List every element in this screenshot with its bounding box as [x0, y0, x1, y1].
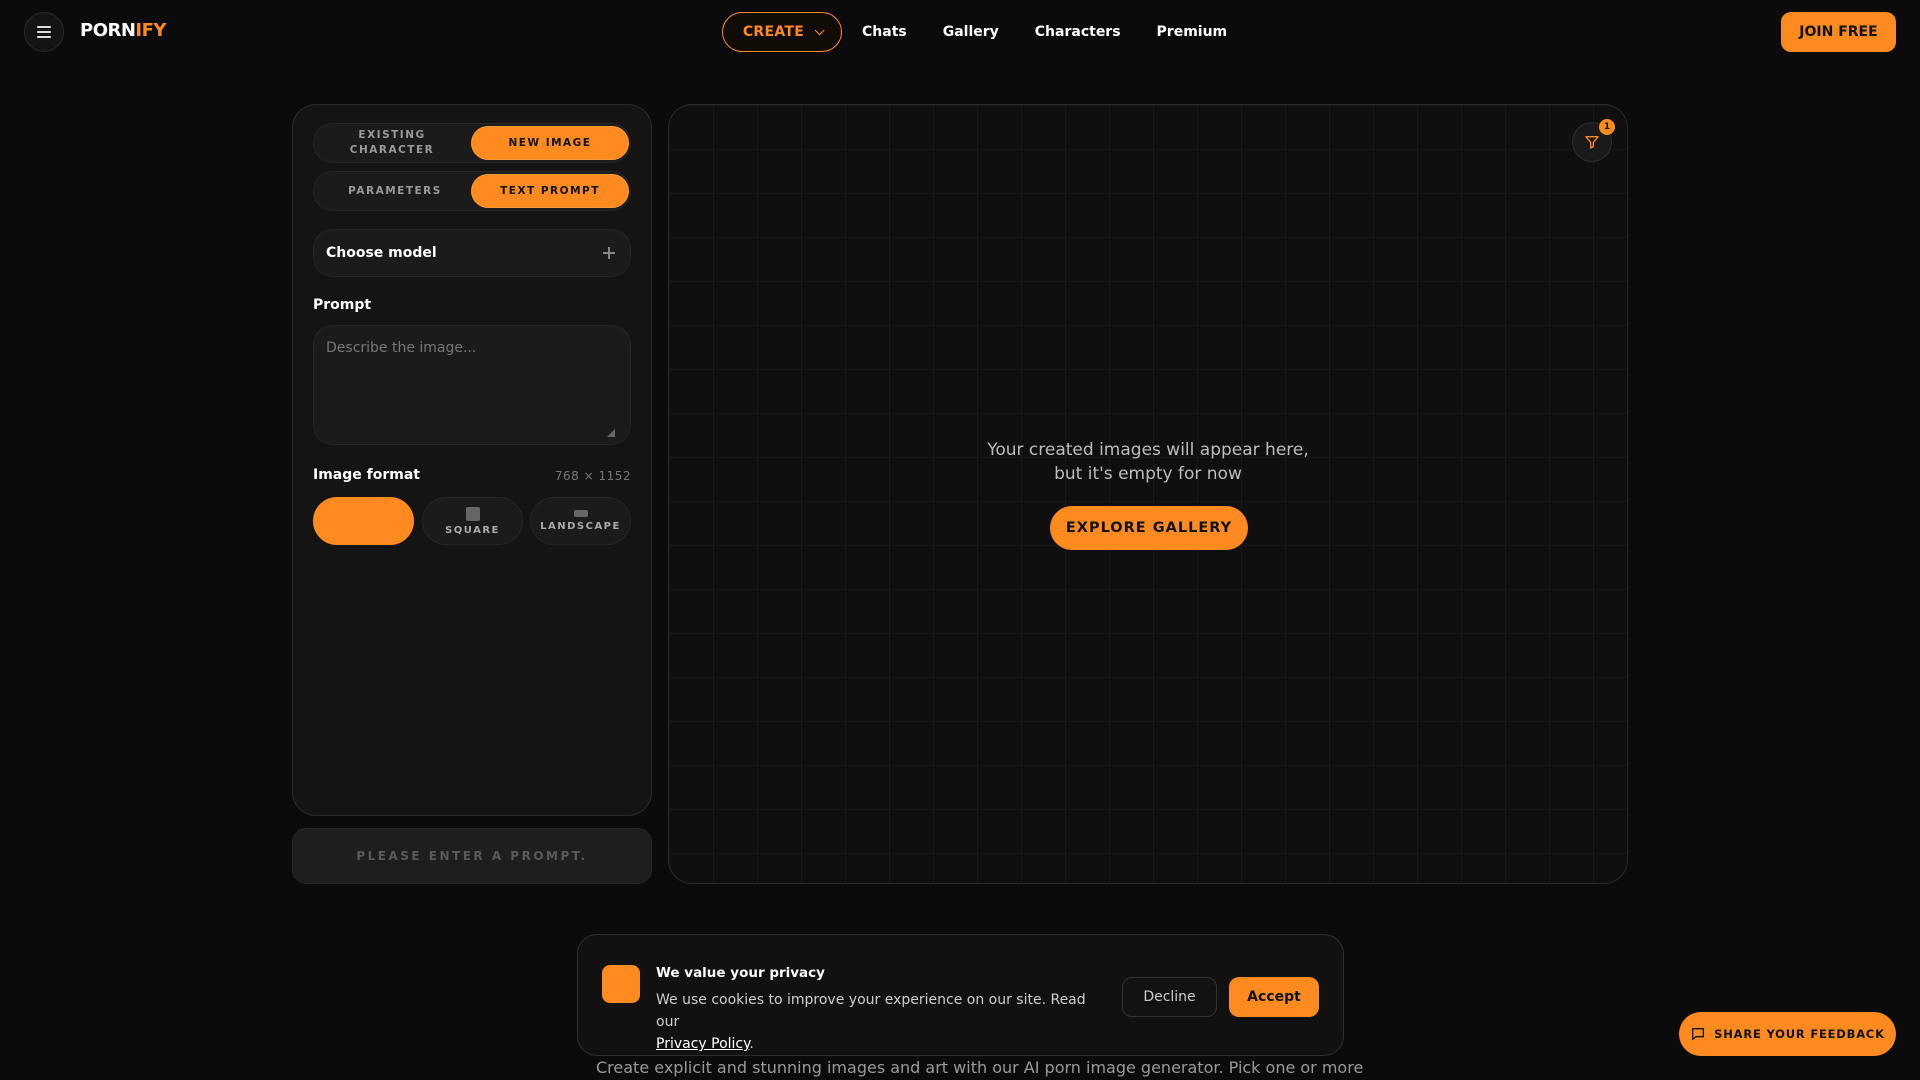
chevron-down-icon	[814, 24, 825, 35]
prompt-label: Prompt	[313, 297, 372, 313]
main-nav: CREATE Chats Gallery Characters Premium	[722, 12, 1227, 52]
logo[interactable]: PORNIFY	[80, 20, 166, 41]
image-dimensions: 768 × 1152	[554, 469, 631, 483]
chat-bubble-icon	[1692, 1028, 1705, 1040]
nav-characters[interactable]: Characters	[1035, 24, 1121, 40]
resize-handle-icon[interactable]	[605, 427, 615, 437]
tab-existing-character[interactable]: EXISTING CHARACTER	[317, 127, 467, 159]
cookie-banner: We value your privacy We use cookies to …	[577, 934, 1344, 1056]
cookie-title: We value your privacy	[656, 965, 825, 981]
accept-button[interactable]: Accept	[1229, 977, 1319, 1017]
create-menu-button[interactable]: CREATE	[722, 12, 842, 52]
nav-premium[interactable]: Premium	[1157, 24, 1228, 40]
plus-icon	[602, 246, 616, 260]
tab-new-image[interactable]: NEW IMAGE	[472, 127, 628, 159]
share-feedback-button[interactable]: SHARE YOUR FEEDBACK	[1679, 1012, 1896, 1056]
decline-button[interactable]: Decline	[1122, 977, 1217, 1017]
choose-model-select[interactable]: Choose model	[313, 229, 631, 277]
join-free-button[interactable]: JOIN FREE	[1781, 12, 1896, 52]
top-header: PORNIFY CREATE Chats Gallery Characters …	[0, 0, 1920, 64]
format-square-button[interactable]: SQUARE	[422, 497, 523, 545]
generate-button[interactable]: PLEASE ENTER A PROMPT.	[292, 828, 652, 884]
explore-gallery-button[interactable]: EXPLORE GALLERY	[1050, 506, 1248, 550]
results-panel: 1 Your created images will appear here, …	[668, 104, 1628, 884]
page-description: Create explicit and stunning images and …	[596, 1058, 1364, 1077]
creation-panel: EXISTING CHARACTER NEW IMAGE PARAMETERS …	[292, 104, 652, 816]
tab-text-prompt[interactable]: TEXT PROMPT	[472, 175, 628, 207]
menu-button[interactable]	[24, 12, 64, 52]
nav-gallery[interactable]: Gallery	[943, 24, 999, 40]
empty-state-message: Your created images will appear here, bu…	[987, 440, 1309, 484]
square-icon	[465, 506, 480, 521]
filter-count-badge: 1	[1599, 119, 1615, 135]
nav-chats[interactable]: Chats	[862, 24, 907, 40]
prompt-input[interactable]	[313, 325, 631, 445]
format-portrait-button[interactable]	[313, 497, 414, 545]
hamburger-icon	[37, 26, 51, 28]
filter-icon	[1585, 136, 1599, 149]
format-landscape-button[interactable]: LANDSCAPE	[530, 497, 631, 545]
privacy-policy-link[interactable]: Privacy Policy	[656, 1036, 749, 1052]
landscape-icon	[573, 510, 588, 517]
cookie-icon	[602, 965, 640, 1003]
cookie-text: We use cookies to improve your experienc…	[656, 992, 1086, 1052]
input-toggle: PARAMETERS TEXT PROMPT	[313, 171, 631, 211]
image-format-label: Image format	[313, 467, 420, 483]
tab-parameters[interactable]: PARAMETERS	[317, 175, 473, 207]
choose-model-label: Choose model	[326, 245, 437, 261]
mode-toggle: EXISTING CHARACTER NEW IMAGE	[313, 123, 631, 163]
